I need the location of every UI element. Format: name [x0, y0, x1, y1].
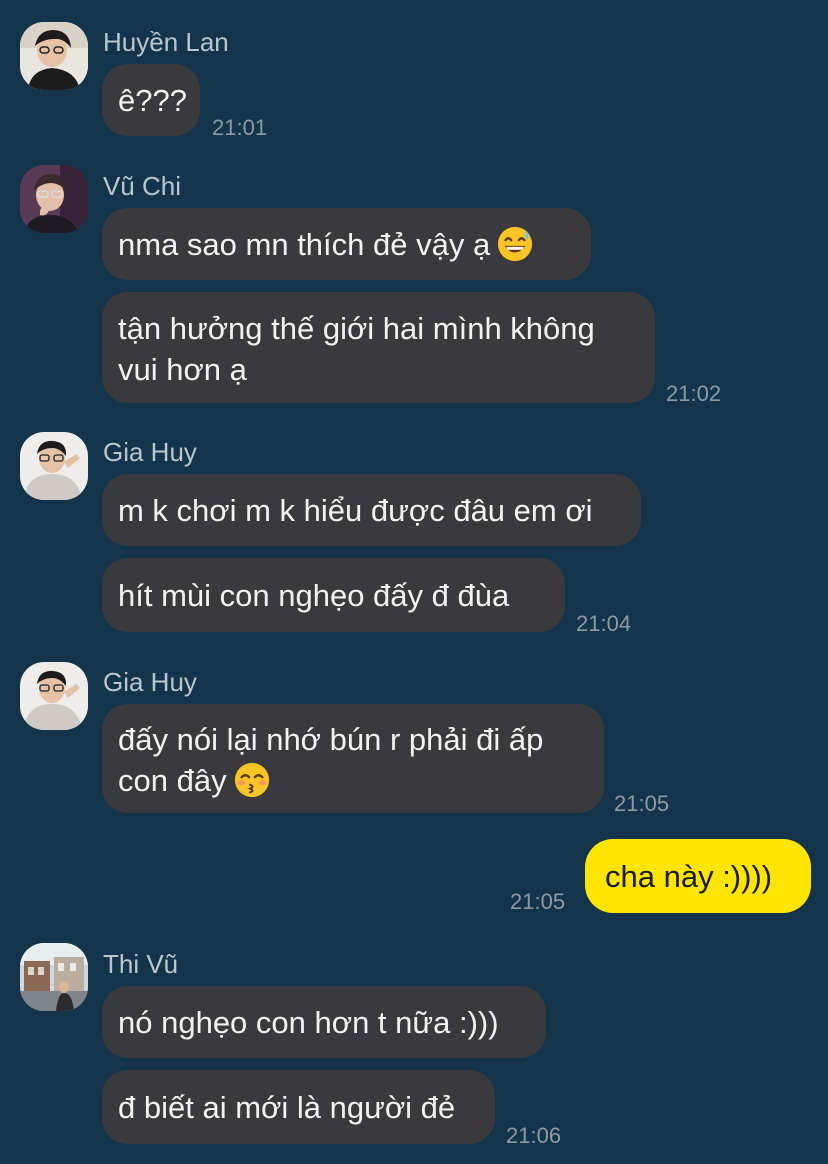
message-time: 21:04: [576, 611, 632, 636]
sender-name: Gia Huy: [103, 667, 197, 697]
message-bubble[interactable]: ê???: [102, 64, 200, 136]
avatar[interactable]: [20, 22, 88, 90]
sender-name: Thi Vũ: [103, 949, 179, 979]
message-text: đ biết ai mới là người đẻ: [118, 1090, 456, 1125]
sender-name: Huyền Lan: [103, 27, 229, 57]
message-text: hít mùi con nghẹo đấy đ đùa: [118, 578, 510, 613]
sender-name: Vũ Chi: [103, 171, 182, 201]
message-text: nó nghẹo con hơn t nữa :))): [118, 1005, 499, 1040]
message-bubble[interactable]: đấy nói lại nhớ bún r phải đi ấp con đây: [102, 704, 604, 813]
message-bubble[interactable]: nó nghẹo con hơn t nữa :))): [102, 986, 546, 1058]
message-text: cha này :)))): [605, 859, 773, 894]
message-bubble[interactable]: m k chơi m k hiểu được đâu em ơi: [102, 474, 641, 546]
avatar-photo-icon: [20, 943, 88, 1011]
avatar-photo-icon: [20, 432, 88, 500]
message-time: 21:05: [510, 889, 566, 914]
message-bubble[interactable]: hít mùi con nghẹo đấy đ đùa: [102, 558, 565, 632]
avatar[interactable]: [20, 432, 88, 500]
chat-transcript[interactable]: Huyền Lan ê??? 21:01 Vũ Chi nma sao mn t…: [0, 0, 828, 1164]
avatar-photo-icon: [20, 165, 88, 233]
avatar[interactable]: [20, 662, 88, 730]
message-bubble[interactable]: nma sao mn thích đẻ vậy ạ: [102, 208, 591, 280]
message-time: 21:01: [212, 115, 268, 140]
message-text: tận hưởng thế giới hai mình không vui hơ…: [118, 311, 595, 387]
message-bubble[interactable]: đ biết ai mới là người đẻ: [102, 1070, 495, 1144]
message-time: 21:06: [506, 1123, 562, 1148]
avatar[interactable]: [20, 943, 88, 1011]
kissing-smiling-eyes-emoji-icon: [233, 761, 271, 799]
message-text: nma sao mn thích đẻ vậy ạ: [118, 227, 491, 262]
avatar-photo-icon: [20, 662, 88, 730]
grinning-sweat-emoji-icon: [496, 225, 534, 263]
message-text: đấy nói lại nhớ bún r phải đi ấp con đây: [118, 722, 544, 798]
avatar-photo-icon: [20, 22, 88, 90]
message-bubble[interactable]: tận hưởng thế giới hai mình không vui hơ…: [102, 292, 655, 403]
my-message-bubble[interactable]: cha này :)))): [585, 839, 811, 913]
sender-name: Gia Huy: [103, 437, 197, 467]
message-text: m k chơi m k hiểu được đâu em ơi: [118, 493, 593, 528]
message-time: 21:05: [614, 791, 670, 816]
message-text: ê???: [118, 83, 187, 118]
avatar[interactable]: [20, 165, 88, 233]
message-time: 21:02: [666, 381, 722, 406]
